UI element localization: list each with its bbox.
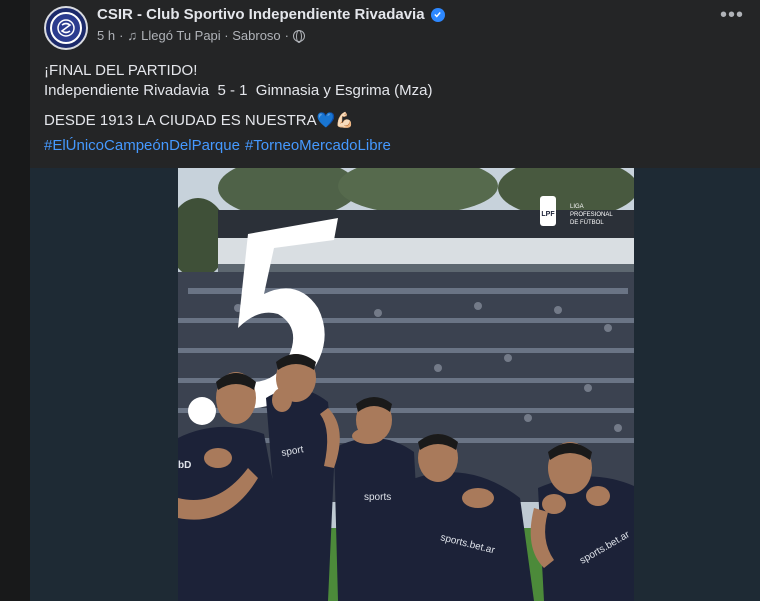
blue-heart-emoji: 💙: [316, 112, 336, 129]
page-name[interactable]: CSIR - Club Sportivo Independiente Rivad…: [97, 6, 425, 23]
more-options-icon[interactable]: •••: [720, 5, 744, 25]
celebration-photo: LPF LIGA PROFESIONAL DE FÚTBOL sport spo…: [178, 168, 634, 601]
page-name-link[interactable]: CSIR - Club Sportivo Independiente Rivad…: [97, 6, 445, 23]
svg-text:PROFESIONAL: PROFESIONAL: [570, 212, 613, 218]
post-meta: 5 h · ♫ Llegó Tu Papi · Sabroso ·: [97, 28, 305, 43]
flexed-biceps-emoji: 💪🏻: [335, 112, 354, 129]
svg-text:DE FÚTBOL: DE FÚTBOL: [570, 219, 604, 226]
svg-text:LPF: LPF: [541, 211, 555, 218]
club-crest-icon: [50, 12, 82, 44]
svg-text:bD: bD: [178, 460, 191, 471]
verified-badge-icon: [430, 7, 445, 22]
post-text: ¡FINAL DEL PARTIDO! Independiente Rivada…: [44, 61, 433, 131]
hashtag-link[interactable]: #TorneoMercadoLibre: [245, 137, 391, 154]
post-header: CSIR - Club Sportivo Independiente Rivad…: [44, 4, 744, 50]
svg-text:sports: sports: [364, 492, 391, 503]
feed-gutter: [0, 0, 30, 601]
post-line-3: DESDE 1913 LA CIUDAD ES NUESTRA: [44, 112, 317, 129]
page-avatar[interactable]: [44, 6, 88, 50]
music-note-icon: ♫: [127, 28, 138, 43]
post-time[interactable]: 5 h: [97, 28, 115, 43]
globe-icon: [293, 29, 305, 43]
post-line-1: ¡FINAL DEL PARTIDO!: [44, 62, 198, 79]
post-photo[interactable]: LPF LIGA PROFESIONAL DE FÚTBOL sport spo…: [178, 168, 634, 601]
hashtags: #ElÚnicoCampeónDelParque #TorneoMercadoL…: [44, 137, 391, 154]
hashtag-link[interactable]: #ElÚnicoCampeónDelParque: [44, 137, 240, 154]
svg-text:LIGA: LIGA: [570, 204, 584, 210]
facebook-post: CSIR - Club Sportivo Independiente Rivad…: [30, 0, 760, 601]
music-track[interactable]: Llegó Tu Papi · Sabroso: [141, 28, 280, 43]
post-line-2: Independiente Rivadavia 5 - 1 Gimnasia y…: [44, 82, 433, 99]
